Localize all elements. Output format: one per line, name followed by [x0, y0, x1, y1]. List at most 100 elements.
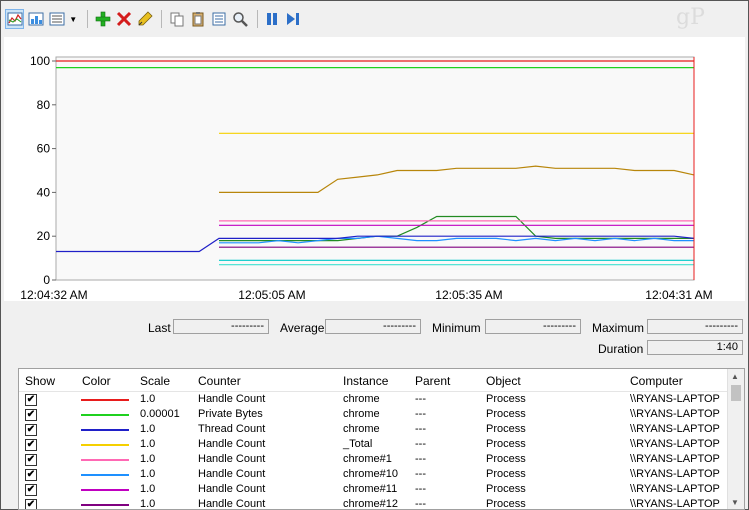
- object-cell: Process: [486, 438, 526, 450]
- instance-cell: _Total: [343, 438, 373, 450]
- view-histogram-icon[interactable]: [26, 9, 45, 29]
- legend-row[interactable]: ✔ 1.0 Handle Count chrome#1 --- Process \\RYAN…: [19, 452, 729, 467]
- view-graph-icon[interactable]: [5, 9, 25, 29]
- computer-cell: \\RYANS-LAPTOP: [630, 483, 720, 495]
- object-cell: Process: [486, 498, 526, 510]
- instance-cell: chrome: [343, 423, 380, 435]
- scroll-thumb[interactable]: [731, 385, 741, 401]
- parent-cell: ---: [415, 453, 426, 465]
- color-swatch: [81, 429, 129, 431]
- object-cell: Process: [486, 468, 526, 480]
- delete-counter-icon[interactable]: [114, 9, 133, 29]
- column-header-scale[interactable]: Scale: [140, 374, 170, 388]
- minimum-label: Minimum: [432, 321, 481, 335]
- freeze-display-icon[interactable]: [263, 9, 282, 29]
- column-header-object[interactable]: Object: [486, 374, 521, 388]
- legend-row[interactable]: ✔ 1.0 Handle Count chrome#10 --- Process \\RYA…: [19, 467, 729, 482]
- duration-label: Duration: [598, 342, 644, 356]
- paste-counter-list-icon[interactable]: [188, 9, 207, 29]
- scroll-up-icon[interactable]: ▲: [731, 372, 739, 381]
- instance-cell: chrome#10: [343, 468, 399, 480]
- column-header-counter[interactable]: Counter: [198, 374, 241, 388]
- scale-cell: 1.0: [140, 393, 156, 405]
- column-header-instance[interactable]: Instance: [343, 374, 388, 388]
- zoom-icon[interactable]: [231, 9, 250, 29]
- counter-legend-table: Show Color Scale Counter Instance Parent…: [18, 368, 745, 510]
- legend-row[interactable]: ✔ 1.0 Handle Count chrome#11 --- Process \\RYA…: [19, 482, 729, 497]
- toolbar: ▼: [5, 7, 305, 31]
- object-cell: Process: [486, 408, 526, 420]
- show-checkbox[interactable]: ✔: [25, 409, 37, 421]
- legend-row[interactable]: ✔ 1.0 Handle Count chrome#12 --- Process \\RYA…: [19, 497, 729, 510]
- parent-cell: ---: [415, 483, 426, 495]
- counter-cell: Handle Count: [198, 498, 266, 510]
- counter-cell: Handle Count: [198, 438, 266, 450]
- instance-cell: chrome#11: [343, 483, 398, 495]
- legend-row[interactable]: ✔ 1.0 Handle Count chrome --- Process \\RYANS-…: [19, 392, 729, 407]
- performance-monitor-window: ▼ gP 100 80 60 40 20 0 12:04:32 AM 12:05…: [0, 0, 749, 510]
- parent-cell: ---: [415, 393, 426, 405]
- legend-row[interactable]: ✔ 1.0 Thread Count chrome --- Process \\RYANS-…: [19, 422, 729, 437]
- y-tick-label: 100: [30, 54, 50, 68]
- legend-row[interactable]: ✔ 0.00001 Private Bytes chrome --- Process \\R…: [19, 407, 729, 422]
- last-label: Last: [148, 321, 171, 335]
- y-tick-label: 20: [37, 229, 51, 243]
- copy-properties-icon[interactable]: [167, 9, 186, 29]
- x-tick-label: 12:05:05 AM: [238, 288, 305, 301]
- show-checkbox[interactable]: ✔: [25, 454, 37, 466]
- parent-cell: ---: [415, 438, 426, 450]
- parent-cell: ---: [415, 468, 426, 480]
- computer-cell: \\RYANS-LAPTOP: [630, 408, 720, 420]
- color-swatch: [81, 504, 129, 506]
- show-checkbox[interactable]: ✔: [25, 499, 37, 509]
- show-checkbox[interactable]: ✔: [25, 484, 37, 496]
- minimum-value: ---------: [485, 319, 581, 334]
- object-cell: Process: [486, 393, 526, 405]
- counter-cell: Thread Count: [198, 423, 266, 435]
- scale-cell: 1.0: [140, 438, 156, 450]
- update-data-icon[interactable]: [284, 9, 303, 29]
- last-value: ---------: [173, 319, 269, 334]
- parent-cell: ---: [415, 423, 426, 435]
- show-checkbox[interactable]: ✔: [25, 439, 37, 451]
- counter-cell: Handle Count: [198, 483, 266, 495]
- instance-cell: chrome: [343, 408, 380, 420]
- color-swatch: [81, 399, 129, 401]
- scale-cell: 1.0: [140, 468, 156, 480]
- counter-cell: Handle Count: [198, 453, 266, 465]
- column-header-computer[interactable]: Computer: [630, 374, 683, 388]
- show-checkbox[interactable]: ✔: [25, 424, 37, 436]
- object-cell: Process: [486, 483, 526, 495]
- scroll-down-icon[interactable]: ▼: [731, 498, 739, 507]
- computer-cell: \\RYANS-LAPTOP: [630, 393, 720, 405]
- legend-row[interactable]: ✔ 1.0 Handle Count _Total --- Process \\RYANS-…: [19, 437, 729, 452]
- object-cell: Process: [486, 423, 526, 435]
- scale-cell: 1.0: [140, 483, 156, 495]
- maximum-value: ---------: [647, 319, 743, 334]
- counter-cell: Handle Count: [198, 393, 266, 405]
- change-graph-type-icon[interactable]: [47, 9, 66, 29]
- column-header-parent[interactable]: Parent: [415, 374, 450, 388]
- parent-cell: ---: [415, 408, 426, 420]
- toolbar-separator: [161, 10, 163, 28]
- x-tick-label: 12:05:35 AM: [435, 288, 502, 301]
- y-tick-label: 0: [43, 273, 50, 287]
- statistics-bar: Last --------- Average --------- Minimum…: [1, 319, 749, 359]
- show-checkbox[interactable]: ✔: [25, 469, 37, 481]
- performance-graph: 100 80 60 40 20 0 12:04:32 AM 12:05:05 AM 12:05:…: [4, 37, 745, 301]
- graph-type-dropdown-icon[interactable]: ▼: [68, 15, 78, 24]
- add-counter-icon[interactable]: [93, 9, 112, 29]
- color-swatch: [81, 474, 129, 476]
- properties-icon[interactable]: [210, 9, 229, 29]
- column-header-color[interactable]: Color: [82, 374, 111, 388]
- instance-cell: chrome: [343, 393, 380, 405]
- legend-scrollbar[interactable]: ▲ ▼: [727, 369, 744, 509]
- color-swatch: [81, 444, 129, 446]
- column-header-show[interactable]: Show: [25, 374, 55, 388]
- computer-cell: \\RYANS-LAPTOP: [630, 468, 720, 480]
- computer-cell: \\RYANS-LAPTOP: [630, 438, 720, 450]
- y-tick-label: 80: [37, 98, 51, 112]
- scale-cell: 1.0: [140, 498, 156, 510]
- highlight-icon[interactable]: [135, 9, 154, 29]
- show-checkbox[interactable]: ✔: [25, 394, 37, 406]
